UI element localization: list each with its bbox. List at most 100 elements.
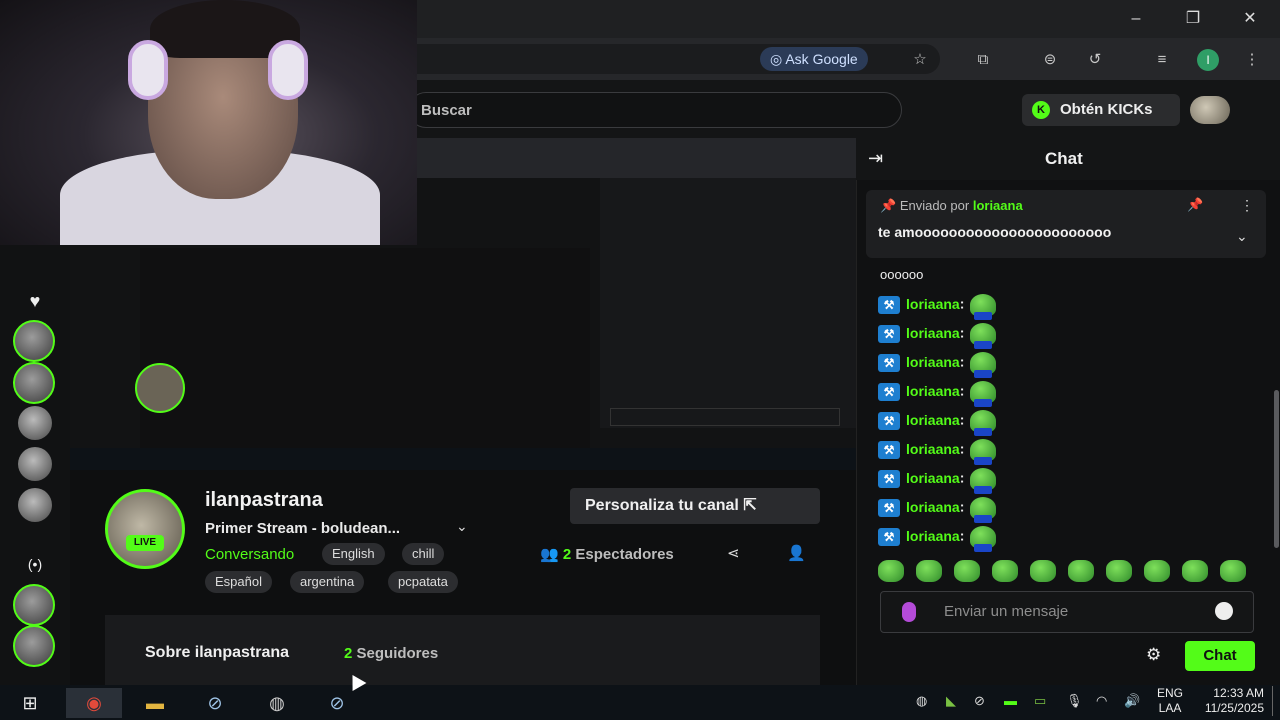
headphones-right bbox=[268, 40, 308, 100]
stream-category[interactable]: Conversando bbox=[205, 546, 294, 563]
steam-taskbar-icon[interactable]: ⊘ bbox=[195, 688, 235, 718]
viewers-number: 2 bbox=[562, 546, 572, 563]
emote-icon[interactable] bbox=[954, 560, 980, 582]
emote-icon[interactable] bbox=[878, 560, 904, 582]
windows-start-icon[interactable]: ⊞ bbox=[10, 688, 50, 718]
file-explorer-icon[interactable]: ▬ bbox=[135, 688, 175, 718]
battery-tray-icon[interactable]: ▬ bbox=[1004, 693, 1017, 708]
chat-username[interactable]: loriaana bbox=[906, 412, 960, 428]
sidebar-channel-avatar[interactable] bbox=[18, 406, 52, 440]
chat-username[interactable]: loriaana bbox=[906, 325, 960, 341]
sidebar-channel-avatar[interactable] bbox=[18, 447, 52, 481]
user-avatar[interactable] bbox=[1190, 96, 1230, 124]
steam-taskbar-icon[interactable]: ⊘ bbox=[317, 688, 357, 718]
tag-pcpatata[interactable]: pcpatata bbox=[388, 571, 458, 593]
volume-icon[interactable]: 🔊 bbox=[1124, 693, 1140, 709]
bookmark-star-icon[interactable]: ☆ bbox=[908, 48, 932, 72]
chat-username[interactable]: loriaana bbox=[906, 383, 960, 399]
microphone-icon[interactable] bbox=[902, 602, 916, 622]
ask-google-button[interactable]: ◎ Ask Google bbox=[760, 47, 868, 71]
media-control-icon[interactable]: ≡ bbox=[1150, 48, 1174, 72]
maximize-icon[interactable]: ❐ bbox=[1173, 6, 1213, 32]
emote-icon[interactable] bbox=[1068, 560, 1094, 582]
chat-message: ⚒ loriaana: bbox=[878, 468, 997, 494]
live-badge: LIVE bbox=[126, 535, 164, 551]
emote-icon[interactable] bbox=[1182, 560, 1208, 582]
chat-username[interactable]: loriaana bbox=[906, 441, 960, 457]
sidebar-channel-avatar[interactable] bbox=[18, 488, 52, 522]
history-icon[interactable]: ↺ bbox=[1083, 48, 1107, 72]
chat-username[interactable]: loriaana bbox=[906, 499, 960, 515]
emoji-picker-icon[interactable] bbox=[1215, 602, 1233, 620]
obs-tray-icon[interactable]: ◍ bbox=[916, 693, 927, 709]
chat-username[interactable]: loriaana bbox=[906, 354, 960, 370]
frog-emote-icon bbox=[970, 497, 997, 523]
emote-icon[interactable] bbox=[1106, 560, 1132, 582]
chrome-taskbar-icon[interactable]: ◉ bbox=[66, 688, 122, 718]
get-kicks-label: Obtén KICKs bbox=[1060, 101, 1153, 118]
collapse-chat-icon[interactable]: ⇥ bbox=[868, 148, 883, 169]
steam-tray-icon[interactable]: ⊘ bbox=[974, 693, 985, 709]
chat-username[interactable]: loriaana bbox=[906, 528, 960, 544]
browser-profile-avatar[interactable]: I bbox=[1197, 49, 1219, 71]
search-input[interactable]: Buscar bbox=[408, 92, 902, 128]
sidebar-channel-avatar[interactable] bbox=[13, 320, 55, 362]
user-badge-icon: ⚒ bbox=[878, 325, 900, 343]
add-follower-icon[interactable]: 👤 bbox=[787, 544, 806, 562]
live-broadcast-icon[interactable]: (•) bbox=[20, 556, 50, 578]
followers-label: Seguidores bbox=[356, 645, 439, 662]
following-heart-icon[interactable]: ♥ bbox=[20, 291, 50, 313]
send-chat-button[interactable]: Chat bbox=[1185, 641, 1255, 671]
tag-english[interactable]: English bbox=[322, 543, 385, 565]
sidebar-channel-avatar[interactable] bbox=[13, 584, 55, 626]
tag-espanol[interactable]: Español bbox=[205, 571, 272, 593]
chat-username[interactable]: loriaana bbox=[906, 296, 960, 312]
frog-emote-icon bbox=[970, 323, 997, 349]
emote-icon[interactable] bbox=[1030, 560, 1056, 582]
pinned-by: 📌 Enviado por loriaana bbox=[880, 198, 1023, 214]
chat-username[interactable]: loriaana bbox=[906, 470, 960, 486]
emote-icon[interactable] bbox=[916, 560, 942, 582]
more-options-icon[interactable]: ⋮ bbox=[1240, 197, 1254, 214]
pinned-by-user[interactable]: loriaana bbox=[973, 198, 1023, 213]
chat-settings-gear-icon[interactable]: ⚙ bbox=[1146, 645, 1161, 665]
browser-menu-icon[interactable]: ⋮ bbox=[1240, 48, 1264, 72]
emote-icon[interactable] bbox=[1144, 560, 1170, 582]
emote-icon[interactable] bbox=[992, 560, 1018, 582]
channel-name[interactable]: ilanpastrana bbox=[205, 489, 323, 512]
get-kicks-button[interactable]: K Obtén KICKs bbox=[1022, 94, 1180, 126]
chat-scrollbar[interactable] bbox=[1274, 390, 1279, 548]
pinned-by-label: Enviado por bbox=[899, 198, 970, 213]
sidebar-channel-avatar[interactable] bbox=[13, 625, 55, 667]
input-language[interactable]: ENG LAA bbox=[1152, 686, 1188, 716]
system-clock[interactable]: 12:33 AM 11/25/2025 bbox=[1198, 686, 1264, 716]
chat-message: ⚒ loriaana: bbox=[878, 526, 997, 552]
chevron-down-icon[interactable]: ⌄ bbox=[456, 518, 468, 535]
nested-chat-panel bbox=[600, 178, 856, 428]
chevron-down-icon[interactable]: ⌄ bbox=[1236, 228, 1248, 245]
microphone-tray-icon[interactable]: 🎙 bbox=[1066, 693, 1083, 709]
minimize-icon[interactable]: – bbox=[1116, 6, 1156, 32]
nvidia-tray-icon[interactable]: ◣ bbox=[946, 693, 956, 709]
customize-channel-button[interactable]: Personaliza tu canal ⇱ bbox=[570, 488, 820, 524]
sidebar-channel-avatar[interactable] bbox=[13, 362, 55, 404]
chat-message: ⚒ loriaana: bbox=[878, 381, 997, 407]
gpu-tray-icon[interactable]: ▭ bbox=[1034, 693, 1046, 709]
share-icon[interactable]: ⋖ bbox=[727, 544, 740, 562]
channel-avatar[interactable] bbox=[105, 489, 185, 569]
frog-emote-icon bbox=[970, 352, 997, 378]
emote-icon[interactable] bbox=[1220, 560, 1246, 582]
extensions-icon[interactable]: ⧉ bbox=[971, 48, 995, 72]
obs-taskbar-icon[interactable]: ◍ bbox=[257, 688, 297, 718]
user-badge-icon: ⚒ bbox=[878, 383, 900, 401]
show-desktop-button[interactable] bbox=[1272, 686, 1273, 716]
wifi-icon[interactable]: ◠ bbox=[1096, 693, 1107, 709]
tag-argentina[interactable]: argentina bbox=[290, 571, 365, 593]
chat-colon: : bbox=[959, 469, 965, 486]
incognito-icon[interactable]: ⊜ bbox=[1038, 48, 1062, 72]
unpin-icon[interactable]: 📌 bbox=[1187, 197, 1203, 213]
close-icon[interactable]: ✕ bbox=[1230, 6, 1270, 32]
tag-chill[interactable]: chill bbox=[402, 543, 445, 565]
frog-emote-icon bbox=[970, 381, 997, 407]
user-badge-icon: ⚒ bbox=[878, 470, 900, 488]
